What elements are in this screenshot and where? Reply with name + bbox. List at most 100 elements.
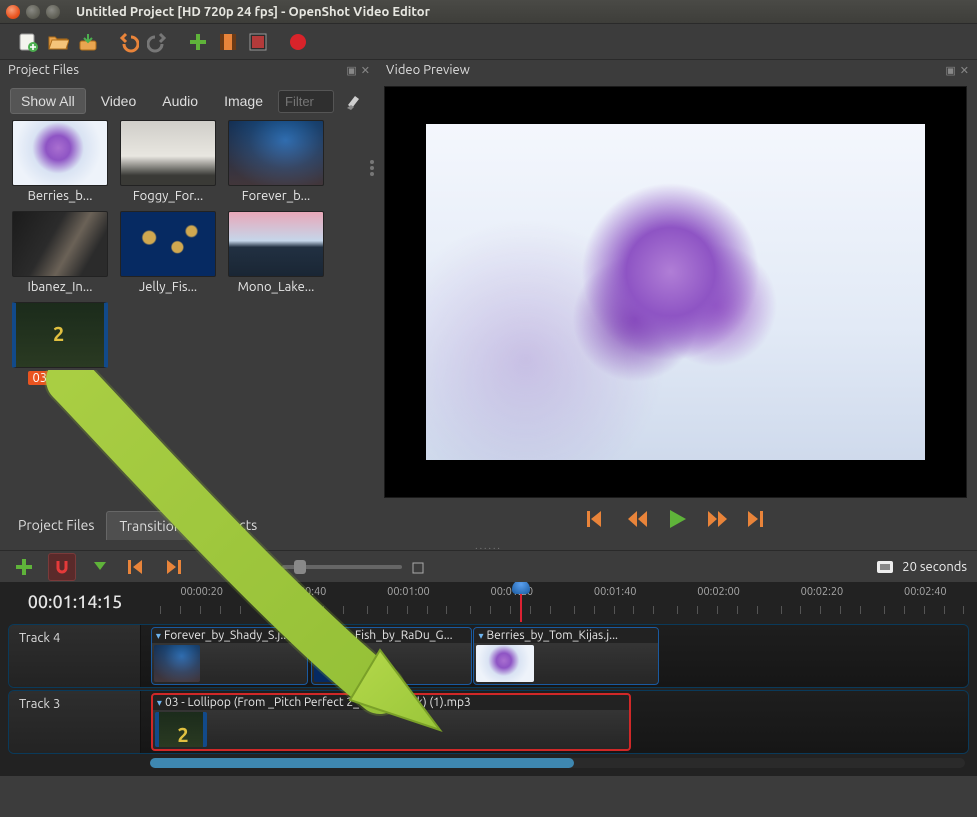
preview-frame-image (426, 124, 926, 460)
redo-button[interactable] (144, 28, 172, 56)
prev-marker-button[interactable] (124, 553, 152, 581)
new-project-button[interactable] (14, 28, 42, 56)
project-files-title: Project Files (8, 63, 79, 77)
thumbnail-image (228, 120, 324, 186)
thumbnail-image (228, 211, 324, 277)
undo-button[interactable] (114, 28, 142, 56)
horizontal-splitter[interactable]: ...... (0, 540, 977, 550)
jump-end-button[interactable] (747, 510, 769, 528)
filter-image[interactable]: Image (213, 88, 274, 114)
open-project-button[interactable] (44, 28, 72, 56)
track-3-body[interactable]: ▾03 - Lollipop (From _Pitch Perfect 2_ S… (141, 691, 968, 753)
thumbnail-image (120, 120, 216, 186)
track-4-header[interactable]: Track 4 (9, 625, 141, 687)
zoom-slider[interactable] (282, 565, 402, 569)
project-files-panel: Project Files ▣ ✕ Show All Video Audio I… (0, 60, 378, 540)
main-toolbar (0, 24, 977, 60)
track-4-row: Track 4 ▾Forever_by_Shady_S.j... ▾Jelly_… (8, 624, 969, 688)
file-label: 03 - Loll... (28, 371, 91, 385)
clip-forever[interactable]: ▾Forever_by_Shady_S.j... (151, 627, 308, 685)
video-preview-title: Video Preview (386, 63, 470, 77)
clip-thumbnail (476, 645, 534, 682)
center-playhead-button[interactable] (224, 553, 252, 581)
track-3-header[interactable]: Track 3 (9, 691, 141, 753)
import-files-button[interactable] (184, 28, 212, 56)
fast-forward-button[interactable] (707, 510, 729, 528)
file-item-berries[interactable]: Berries_b... (10, 120, 110, 203)
panel-close-icon[interactable]: ✕ (960, 64, 969, 77)
scrollbar-thumb[interactable] (150, 758, 574, 768)
tab-effects[interactable]: Effects (201, 511, 269, 540)
file-label: Mono_Lake... (238, 280, 315, 294)
profile-button[interactable] (214, 28, 242, 56)
filter-text-input[interactable] (278, 90, 334, 113)
clip-jelly[interactable]: ▾Jelly_Fish_by_RaDu_G... (311, 627, 471, 685)
chevron-down-icon: ▾ (156, 630, 161, 642)
panel-undock-icon[interactable]: ▣ (346, 64, 356, 77)
next-marker-button[interactable] (162, 553, 190, 581)
file-label: Foggy_For... (133, 189, 203, 203)
rewind-button[interactable] (627, 510, 649, 528)
clip-label: Jelly_Fish_by_RaDu_G... (324, 629, 452, 642)
project-files-filter-row: Show All Video Audio Image (0, 80, 378, 120)
panel-close-icon[interactable]: ✕ (361, 64, 370, 77)
video-preview-panel: Video Preview ▣ ✕ (378, 60, 977, 540)
zoom-in-icon[interactable] (412, 562, 422, 572)
ruler-label: 00:02:20 (801, 586, 844, 598)
fullscreen-button[interactable] (244, 28, 272, 56)
panel-undock-icon[interactable]: ▣ (945, 64, 955, 77)
transport-controls (378, 498, 977, 540)
tab-transitions[interactable]: Transitions (106, 511, 200, 540)
track-3-row: Track 3 ▾03 - Lollipop (From _Pitch Perf… (8, 690, 969, 754)
clip-lollipop[interactable]: ▾03 - Lollipop (From _Pitch Perfect 2_ S… (151, 693, 631, 751)
clip-berries[interactable]: ▾Berries_by_Tom_Kijas.j... (473, 627, 658, 685)
window-maximize-button[interactable] (46, 5, 60, 19)
chevron-down-icon: ▾ (157, 697, 162, 709)
timeline-toolbar: 20 seconds (0, 550, 977, 582)
file-item-forever[interactable]: Forever_b... (226, 120, 326, 203)
playhead[interactable] (520, 582, 522, 622)
add-marker-button[interactable] (86, 553, 114, 581)
clip-label: Forever_by_Shady_S.j... (164, 629, 289, 642)
window-minimize-button[interactable] (26, 5, 40, 19)
snap-toggle[interactable] (48, 553, 76, 581)
clip-label: Berries_by_Tom_Kijas.j... (486, 629, 618, 642)
video-preview-canvas[interactable] (384, 86, 967, 498)
timecode-display: 00:01:14:15 (0, 582, 150, 622)
export-video-button[interactable] (284, 28, 312, 56)
ruler-label: 00:01:00 (387, 586, 430, 598)
filter-video[interactable]: Video (90, 88, 148, 114)
left-panel-tabs: Project Files Transitions Effects (0, 507, 378, 540)
file-label: Jelly_Fis... (139, 280, 197, 294)
timeline-horizontal-scrollbar[interactable] (150, 758, 965, 768)
file-item-lollipop[interactable]: 03 - Loll... (10, 302, 110, 385)
window-close-button[interactable] (6, 5, 20, 19)
jump-start-button[interactable] (587, 510, 609, 528)
ruler-label: 00:02:40 (904, 586, 947, 598)
file-item-ibanez[interactable]: Ibanez_In... (10, 211, 110, 294)
filter-audio[interactable]: Audio (151, 88, 209, 114)
filter-show-all[interactable]: Show All (10, 88, 86, 114)
clear-filter-icon[interactable] (344, 91, 368, 111)
file-item-mono[interactable]: Mono_Lake... (226, 211, 326, 294)
file-item-jelly[interactable]: Jelly_Fis... (118, 211, 218, 294)
tab-project-files[interactable]: Project Files (6, 511, 106, 540)
ruler-label: 00:00:40 (284, 586, 327, 598)
window-titlebar: Untitled Project [HD 720p 24 fps] - Open… (0, 0, 977, 24)
project-files-scrollbar[interactable] (366, 120, 378, 507)
add-track-button[interactable] (10, 553, 38, 581)
zoom-out-icon[interactable] (262, 562, 272, 572)
file-label: Berries_b... (28, 189, 93, 203)
track-4-body[interactable]: ▾Forever_by_Shady_S.j... ▾Jelly_Fish_by_… (141, 625, 968, 687)
main-split: Project Files ▣ ✕ Show All Video Audio I… (0, 60, 977, 540)
zoom-level-label: 20 seconds (902, 560, 967, 574)
zoom-level-icon[interactable] (876, 559, 894, 575)
play-button[interactable] (667, 510, 689, 528)
project-files-grid[interactable]: Berries_b... Foggy_For... Forever_b... I… (0, 120, 366, 507)
ruler-label: 00:00:20 (180, 586, 223, 598)
save-project-button[interactable] (74, 28, 102, 56)
timeline-ruler[interactable]: 00:00:2000:00:4000:01:0000:01:2000:01:40… (150, 582, 977, 622)
ruler-label: 00:01:40 (594, 586, 637, 598)
chevron-down-icon: ▾ (478, 630, 483, 642)
file-item-foggy[interactable]: Foggy_For... (118, 120, 218, 203)
